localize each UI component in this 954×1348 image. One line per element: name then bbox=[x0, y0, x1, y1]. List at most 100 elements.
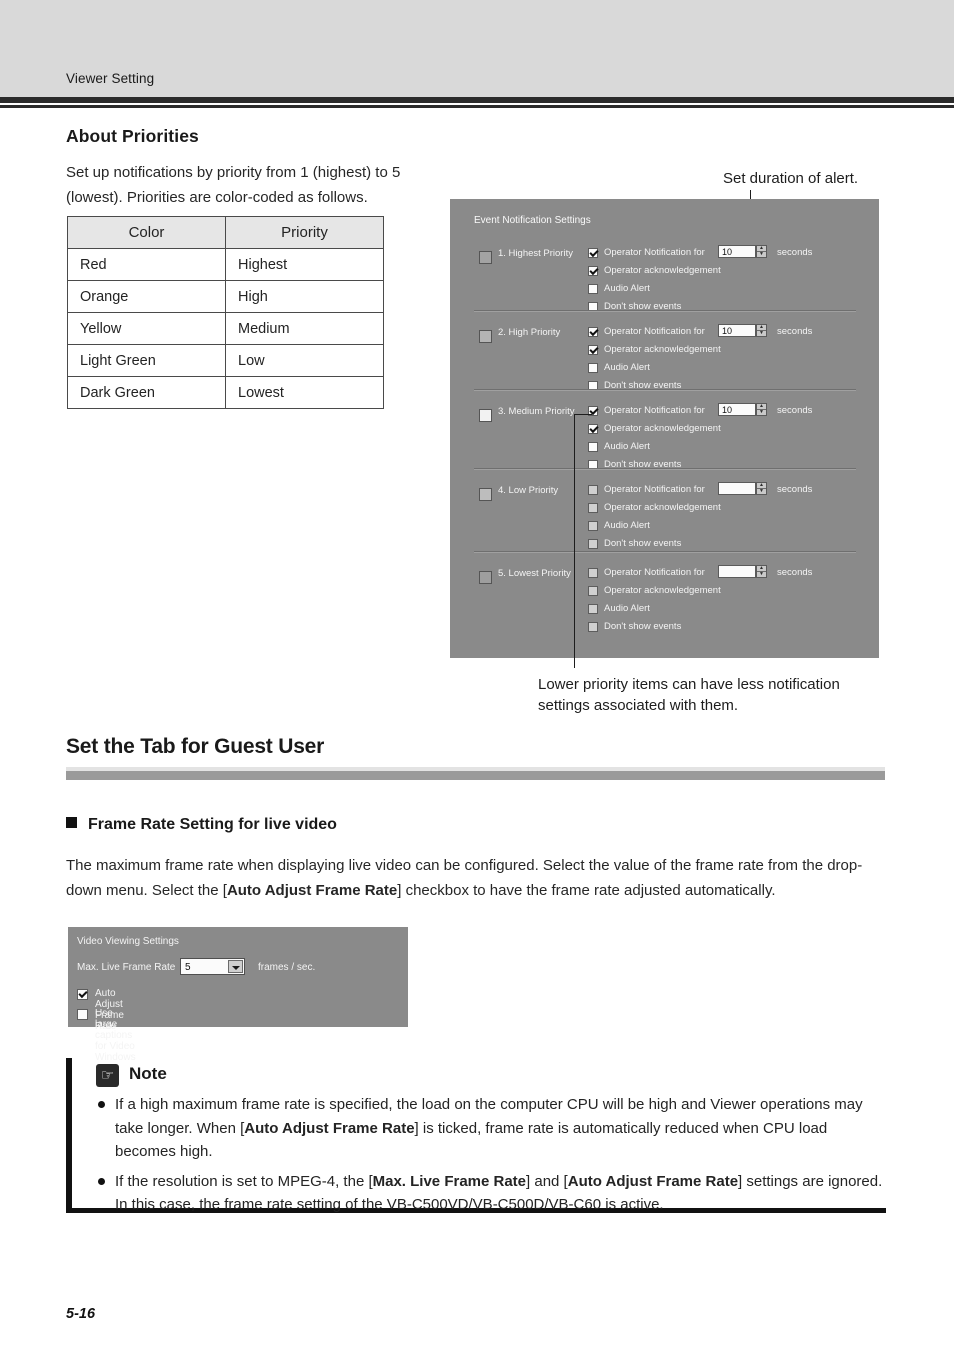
option-checkbox[interactable] bbox=[588, 485, 598, 495]
cell-priority: Medium bbox=[225, 312, 384, 345]
column-header-priority: Priority bbox=[225, 216, 384, 249]
cell-color: Orange bbox=[67, 280, 226, 313]
option-label: Operator acknowledgement bbox=[604, 344, 721, 355]
table-row: Yellow Medium bbox=[67, 312, 384, 345]
seconds-label: seconds bbox=[777, 326, 813, 337]
table-row: Dark Green Lowest bbox=[67, 376, 384, 409]
option-label: Audio Alert bbox=[604, 362, 650, 373]
callout-leader-line-bottom-vertical bbox=[574, 414, 575, 668]
callout-lower-priority: Lower priority items can have less notif… bbox=[538, 676, 840, 714]
option-checkbox[interactable] bbox=[588, 363, 598, 373]
use-large-captions-label: Use large captions for Video Windows bbox=[95, 1008, 136, 1063]
option-label: Don't show events bbox=[604, 538, 682, 549]
priority-name-label: 3. Medium Priority bbox=[498, 406, 575, 417]
priority-color-swatch[interactable] bbox=[479, 571, 492, 584]
running-head-label: Viewer Setting bbox=[66, 71, 155, 86]
spinner-down-icon[interactable]: ▼ bbox=[757, 410, 766, 415]
duration-input[interactable]: 10 bbox=[718, 403, 756, 416]
option-label: Don't show events bbox=[604, 621, 682, 632]
option-label: Operator Notification for bbox=[604, 247, 705, 258]
frame-rate-value: 5 bbox=[185, 962, 191, 973]
page-number: 5-16 bbox=[66, 1306, 96, 1322]
duration-spinner[interactable]: ▲ ▼ bbox=[756, 403, 767, 416]
note-title: Note bbox=[129, 1064, 167, 1083]
cell-priority: Highest bbox=[225, 248, 384, 281]
option-checkbox[interactable] bbox=[588, 568, 598, 578]
option-checkbox[interactable] bbox=[588, 503, 598, 513]
duration-input[interactable] bbox=[718, 565, 756, 578]
spinner-down-icon[interactable]: ▼ bbox=[757, 252, 766, 257]
cell-color: Dark Green bbox=[67, 376, 226, 409]
sub-heading-label: Frame Rate Setting for live video bbox=[88, 816, 337, 833]
table-row: Light Green Low bbox=[67, 344, 384, 377]
cell-color: Yellow bbox=[67, 312, 226, 345]
priority-group: 5. Lowest Priority Operator Notification … bbox=[450, 551, 879, 639]
priority-color-table: Color Priority Red Highest Orange High Y… bbox=[67, 216, 384, 409]
section-heading: Set the Tab for Guest User bbox=[66, 735, 325, 758]
spinner-down-icon[interactable]: ▼ bbox=[757, 331, 766, 336]
about-priorities-heading: About Priorities bbox=[66, 126, 199, 146]
header-rule-thin bbox=[0, 105, 954, 108]
duration-spinner[interactable]: ▲ ▼ bbox=[756, 565, 767, 578]
option-checkbox[interactable] bbox=[588, 521, 598, 531]
option-checkbox[interactable] bbox=[588, 622, 598, 632]
option-label: Audio Alert bbox=[604, 603, 650, 614]
duration-spinner[interactable]: ▲ ▼ bbox=[756, 482, 767, 495]
duration-spinner[interactable]: ▲ ▼ bbox=[756, 245, 767, 258]
option-checkbox[interactable] bbox=[588, 248, 598, 258]
priority-color-swatch[interactable] bbox=[479, 330, 492, 343]
section-paragraph: The maximum frame rate when displaying l… bbox=[66, 857, 863, 899]
duration-input[interactable]: 10 bbox=[718, 245, 756, 258]
event-dialog-title: Event Notification Settings bbox=[474, 215, 591, 226]
table-row: Red Highest bbox=[67, 248, 384, 281]
priority-group: 3. Medium Priority Operator Notification … bbox=[450, 389, 879, 477]
column-header-color: Color bbox=[67, 216, 226, 249]
bullet-square-icon bbox=[66, 817, 77, 828]
option-label: Operator Notification for bbox=[604, 326, 705, 337]
pointing-hand-icon: ☞ bbox=[96, 1064, 119, 1087]
spinner-down-icon[interactable]: ▼ bbox=[757, 489, 766, 494]
option-label: Audio Alert bbox=[604, 520, 650, 531]
priority-group: 2. High Priority Operator Notification fo… bbox=[450, 310, 879, 398]
priority-color-swatch[interactable] bbox=[479, 488, 492, 501]
note-item: If the resolution is set to MPEG-4, the … bbox=[98, 1170, 888, 1217]
cell-color: Light Green bbox=[67, 344, 226, 377]
spinner-down-icon[interactable]: ▼ bbox=[757, 572, 766, 577]
seconds-label: seconds bbox=[777, 405, 813, 416]
video-dialog-title: Video Viewing Settings bbox=[77, 936, 179, 947]
priority-color-swatch[interactable] bbox=[479, 409, 492, 422]
option-checkbox[interactable] bbox=[588, 345, 598, 355]
duration-input[interactable] bbox=[718, 482, 756, 495]
option-checkbox[interactable] bbox=[588, 604, 598, 614]
callout-leader-line-bottom-horizontal bbox=[574, 414, 592, 415]
priority-name-label: 5. Lowest Priority bbox=[498, 568, 571, 579]
option-label: Operator Notification for bbox=[604, 484, 705, 495]
option-checkbox[interactable] bbox=[588, 586, 598, 596]
table-row: Orange High bbox=[67, 280, 384, 313]
bullet-dot-icon bbox=[98, 1101, 105, 1108]
duration-spinner[interactable]: ▲ ▼ bbox=[756, 324, 767, 337]
callout-set-duration: Set duration of alert. bbox=[723, 170, 859, 187]
chevron-down-icon[interactable] bbox=[228, 960, 243, 973]
priority-color-swatch[interactable] bbox=[479, 251, 492, 264]
option-checkbox[interactable] bbox=[588, 327, 598, 337]
option-checkbox[interactable] bbox=[588, 266, 598, 276]
option-label: Operator acknowledgement bbox=[604, 423, 721, 434]
option-label: Operator acknowledgement bbox=[604, 502, 721, 513]
option-checkbox[interactable] bbox=[588, 284, 598, 294]
seconds-label: seconds bbox=[777, 247, 813, 258]
auto-adjust-frame-rate-checkbox[interactable] bbox=[77, 989, 88, 1000]
note-left-rule bbox=[66, 1058, 72, 1213]
cell-priority: Low bbox=[225, 344, 384, 377]
option-checkbox[interactable] bbox=[588, 442, 598, 452]
note-item: If a high maximum frame rate is specifie… bbox=[98, 1093, 888, 1164]
option-checkbox[interactable] bbox=[588, 539, 598, 549]
about-priorities-paragraph: Set up notifications by priority from 1 … bbox=[66, 164, 401, 206]
use-large-captions-checkbox[interactable] bbox=[77, 1009, 88, 1020]
priority-name-label: 1. Highest Priority bbox=[498, 248, 573, 259]
frame-rate-dropdown[interactable]: 5 bbox=[180, 958, 245, 975]
priority-name-label: 4. Low Priority bbox=[498, 485, 559, 496]
priority-name-label: 2. High Priority bbox=[498, 327, 561, 338]
duration-input[interactable]: 10 bbox=[718, 324, 756, 337]
option-checkbox[interactable] bbox=[588, 424, 598, 434]
